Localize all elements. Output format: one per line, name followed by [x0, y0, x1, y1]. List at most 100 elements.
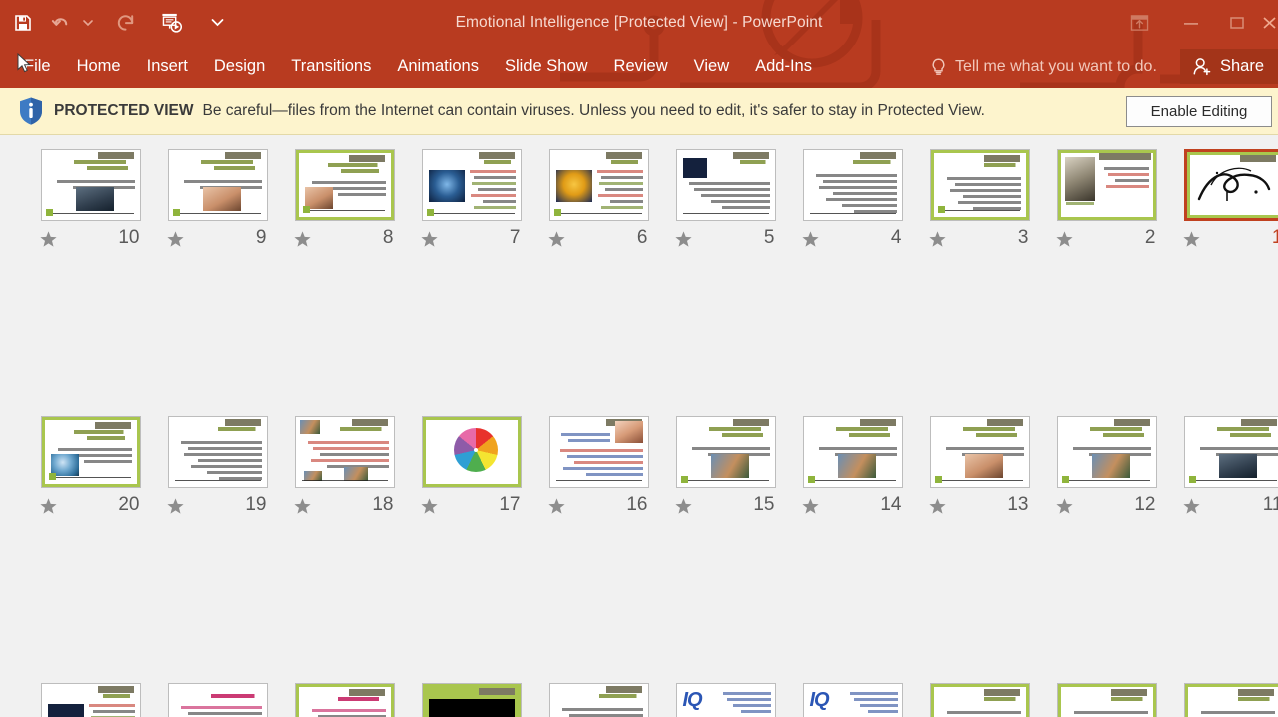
slide-thumbnail-cell[interactable]: 18 — [281, 416, 408, 550]
slide-thumbnail-wrap[interactable] — [294, 149, 395, 221]
slide-thumbnail[interactable] — [1183, 683, 1278, 717]
slide-thumbnail-wrap[interactable] — [294, 683, 395, 717]
slide-thumbnail-wrap[interactable] — [1183, 149, 1278, 221]
slide-thumbnail[interactable] — [548, 416, 649, 488]
slide-thumbnail[interactable] — [294, 416, 395, 488]
slide-thumbnail[interactable] — [1056, 149, 1157, 221]
animation-star-icon[interactable] — [547, 497, 566, 521]
start-presentation-icon[interactable] — [148, 0, 194, 45]
animation-star-icon[interactable] — [928, 230, 947, 254]
tab-design[interactable]: Design — [201, 45, 278, 88]
slide-thumbnail-cell[interactable]: 3 — [916, 149, 1043, 283]
slide-thumbnail[interactable] — [929, 149, 1030, 221]
animation-star-icon[interactable] — [293, 230, 312, 254]
slide-thumbnail-cell[interactable]: 20 — [27, 416, 154, 550]
slide-thumbnail-wrap[interactable]: IQ EQ — [675, 683, 776, 717]
slide-thumbnail-cell[interactable]: 6 — [535, 149, 662, 283]
slide-thumbnail-cell[interactable]: 28 — [281, 683, 408, 717]
slide-thumbnail[interactable] — [675, 149, 776, 221]
save-icon[interactable] — [0, 0, 46, 45]
slide-thumbnail-cell[interactable]: 22 — [1043, 683, 1170, 717]
slide-thumbnail[interactable] — [294, 149, 395, 221]
slide-thumbnail-cell[interactable]: 1 — [1170, 149, 1278, 283]
slide-thumbnail[interactable] — [40, 416, 141, 488]
slide-thumbnail-cell[interactable]: 9 — [154, 149, 281, 283]
slide-thumbnail[interactable]: IQ EQ — [675, 683, 776, 717]
slide-thumbnail-cell[interactable]: 17 — [408, 416, 535, 550]
slide-thumbnail-cell[interactable]: 11 — [1170, 416, 1278, 550]
slide-thumbnail-cell[interactable]: IQ EQ 25 — [662, 683, 789, 717]
animation-star-icon[interactable] — [1182, 230, 1201, 254]
slide-thumbnail-wrap[interactable] — [1056, 149, 1157, 221]
slide-thumbnail[interactable] — [548, 149, 649, 221]
slide-thumbnail[interactable] — [1056, 416, 1157, 488]
tab-insert[interactable]: Insert — [134, 45, 201, 88]
animation-star-icon[interactable] — [39, 230, 58, 254]
slide-thumbnail[interactable] — [421, 683, 522, 717]
slide-thumbnail[interactable] — [1183, 416, 1278, 488]
tab-file[interactable]: File — [12, 45, 64, 88]
share-button[interactable]: Share — [1179, 49, 1278, 84]
enable-editing-button[interactable]: Enable Editing — [1126, 96, 1272, 127]
animation-star-icon[interactable] — [1055, 497, 1074, 521]
animation-star-icon[interactable] — [801, 497, 820, 521]
slide-thumbnail-wrap[interactable] — [1183, 416, 1278, 488]
slide-thumbnail-wrap[interactable] — [167, 149, 268, 221]
animation-star-icon[interactable] — [1182, 497, 1201, 521]
animation-star-icon[interactable] — [420, 497, 439, 521]
slide-thumbnail[interactable] — [929, 416, 1030, 488]
slide-thumbnail-wrap[interactable] — [1183, 683, 1278, 717]
slide-thumbnail-wrap[interactable] — [929, 149, 1030, 221]
animation-star-icon[interactable] — [166, 230, 185, 254]
animation-star-icon[interactable] — [166, 497, 185, 521]
slide-thumbnail[interactable] — [40, 149, 141, 221]
slide-thumbnail-cell[interactable]: 5 — [662, 149, 789, 283]
slide-thumbnail[interactable] — [802, 416, 903, 488]
slide-thumbnail[interactable] — [294, 683, 395, 717]
tab-home[interactable]: Home — [64, 45, 134, 88]
animation-star-icon[interactable] — [1055, 230, 1074, 254]
slide-sorter-area[interactable]: 10 9 8 7 6 5 4 3 2 1 20 19 18 17 16 15 1… — [0, 135, 1278, 717]
slide-thumbnail-wrap[interactable] — [421, 416, 522, 488]
window-controls[interactable] — [1110, 0, 1278, 45]
slide-thumbnail-cell[interactable]: 23 — [916, 683, 1043, 717]
slide-thumbnail[interactable]: IQ EQ — [802, 683, 903, 717]
slide-thumbnail-cell[interactable]: 30 — [27, 683, 154, 717]
slide-thumbnail-cell[interactable]: 8 — [281, 149, 408, 283]
slide-thumbnail[interactable] — [675, 416, 776, 488]
slide-thumbnail[interactable] — [167, 416, 268, 488]
animation-star-icon[interactable] — [674, 230, 693, 254]
restore-icon[interactable] — [1214, 0, 1260, 45]
ribbon-display-options-icon[interactable] — [1110, 0, 1168, 45]
slide-thumbnail[interactable] — [167, 149, 268, 221]
slide-thumbnail-cell[interactable]: 14 — [789, 416, 916, 550]
slide-thumbnail-cell[interactable]: 10 — [27, 149, 154, 283]
slide-thumbnail-wrap[interactable] — [40, 683, 141, 717]
undo-icon[interactable] — [46, 0, 74, 45]
slide-thumbnail-wrap[interactable] — [675, 416, 776, 488]
slide-thumbnail-cell[interactable]: 12 — [1043, 416, 1170, 550]
slide-thumbnail-cell[interactable]: 29 — [154, 683, 281, 717]
undo-dropdown-icon[interactable] — [74, 0, 102, 45]
slide-thumbnail-wrap[interactable] — [929, 416, 1030, 488]
slide-thumbnail[interactable] — [1056, 683, 1157, 717]
animation-star-icon[interactable] — [674, 497, 693, 521]
tab-transitions[interactable]: Transitions — [278, 45, 384, 88]
slide-thumbnail-wrap[interactable] — [802, 149, 903, 221]
slide-thumbnail[interactable] — [167, 683, 268, 717]
tab-add-ins[interactable]: Add-Ins — [742, 45, 825, 88]
slide-thumbnail-cell[interactable]: 21 — [1170, 683, 1278, 717]
slide-thumbnail-wrap[interactable]: IQ EQ — [802, 683, 903, 717]
slide-thumbnail-wrap[interactable] — [167, 683, 268, 717]
slide-thumbnail-wrap[interactable] — [40, 416, 141, 488]
slide-thumbnail[interactable] — [1183, 149, 1278, 221]
animation-star-icon[interactable] — [801, 230, 820, 254]
animation-star-icon[interactable] — [420, 230, 439, 254]
slide-thumbnail-cell[interactable]: 7 — [408, 149, 535, 283]
tell-me-search[interactable]: Tell me what you want to do. — [930, 45, 1157, 88]
slide-thumbnail-cell[interactable]: 16 — [535, 416, 662, 550]
slide-thumbnail-cell[interactable]: 4 — [789, 149, 916, 283]
slide-thumbnail-wrap[interactable] — [1056, 416, 1157, 488]
slide-thumbnail-cell[interactable]: 2 — [1043, 149, 1170, 283]
slide-thumbnail-wrap[interactable] — [167, 416, 268, 488]
